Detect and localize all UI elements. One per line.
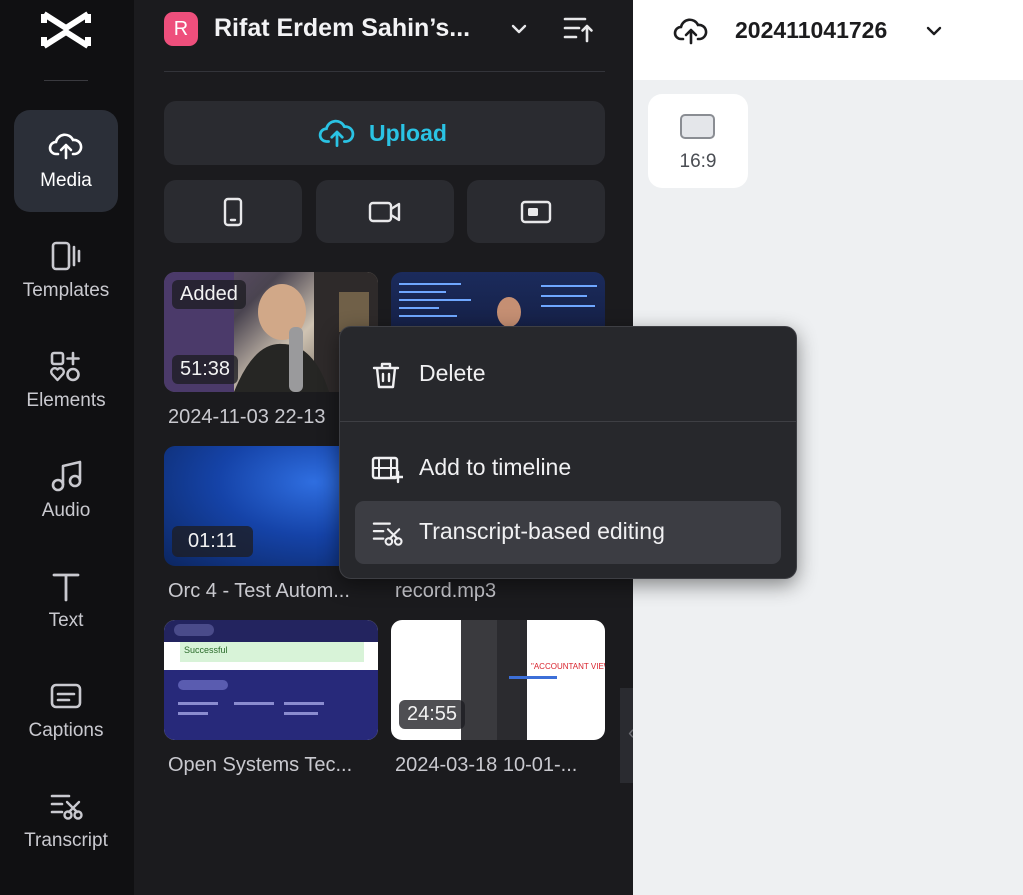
upload-label: Upload — [369, 120, 447, 146]
rail-item-label: Audio — [41, 500, 91, 521]
add-to-timeline-icon — [371, 456, 403, 484]
upload-from-phone-button[interactable] — [164, 180, 302, 243]
editor-topbar: 202411041726 — [633, 0, 1023, 80]
menu-item-transcript-editing[interactable]: Transcript-based editing — [355, 501, 781, 564]
highlight-line — [509, 676, 557, 679]
success-alert: Successful — [180, 642, 364, 662]
rail-item-label: Templates — [22, 280, 110, 301]
rail-item-media[interactable]: Media — [14, 110, 118, 212]
phone-icon — [223, 197, 243, 226]
elements-icon — [50, 351, 80, 382]
accountant-view-label: "ACCOUNTANT VIEW" — [531, 662, 605, 671]
templates-icon — [51, 241, 81, 271]
chevron-down-icon[interactable] — [923, 20, 945, 42]
added-badge: Added — [172, 280, 246, 309]
media-caption: 2024-03-18 10-01-... — [395, 754, 578, 776]
rail-item-label: Captions — [28, 720, 104, 741]
duration-badge: 24:55 — [399, 700, 466, 729]
site-logo — [174, 624, 214, 636]
text-t-icon — [52, 573, 80, 602]
trash-icon — [372, 362, 400, 389]
rail-item-templates[interactable]: Templates — [14, 220, 118, 322]
aspect-ratio-button[interactable]: 16:9 — [648, 94, 748, 188]
rail-item-label: Transcript — [24, 830, 108, 851]
duration-badge: 51:38 — [172, 355, 239, 384]
cloud-upload-icon — [48, 133, 83, 160]
cloud-upload-icon — [318, 119, 355, 148]
media-caption: Orc 4 - Test Autom... — [168, 580, 350, 602]
screen-record-icon — [520, 200, 552, 223]
menu-item-label: Add to timeline — [419, 454, 572, 480]
rail-divider — [44, 80, 88, 81]
aspect-ratio-icon — [680, 114, 715, 139]
project-name[interactable]: 202411041726 — [735, 17, 887, 44]
menu-item-label: Transcript-based editing — [419, 518, 665, 544]
media-caption: record.mp3 — [395, 580, 497, 602]
music-note-icon — [51, 460, 82, 492]
media-thumbnail[interactable]: "ACCOUNTANT VIEW" 24:55 — [391, 620, 605, 740]
rail-item-elements[interactable]: Elements — [14, 330, 118, 432]
transcript-edit-icon — [372, 522, 403, 546]
duration-badge: 01:11 — [172, 526, 253, 557]
cloud-upload-icon[interactable] — [673, 14, 709, 48]
screenshot-sidebar — [461, 620, 497, 740]
menu-divider — [340, 421, 796, 422]
rail-item-text[interactable]: Text — [14, 550, 118, 652]
left-rail: Media Templates Elements Audio Text Capt… — [0, 0, 134, 895]
workspace-avatar[interactable]: R — [164, 12, 198, 46]
chevron-down-icon[interactable] — [508, 18, 530, 40]
captions-icon — [50, 683, 82, 709]
rail-item-captions[interactable]: Captions — [14, 660, 118, 762]
rail-item-audio[interactable]: Audio — [14, 440, 118, 542]
rail-item-transcript[interactable]: Transcript — [14, 770, 118, 872]
capcut-logo-icon[interactable] — [40, 10, 92, 50]
context-menu: Delete Add to timeline Transcript-based … — [339, 326, 797, 579]
menu-item-delete[interactable]: Delete — [355, 343, 781, 406]
sort-icon[interactable] — [562, 14, 594, 44]
workspace-name[interactable]: Rifat Erdem Sahin’s... — [214, 14, 470, 43]
transcript-icon — [50, 794, 83, 820]
media-thumbnail[interactable]: Successful — [164, 620, 378, 740]
record-screen-button[interactable] — [467, 180, 605, 243]
menu-item-label: Delete — [419, 360, 486, 386]
video-camera-icon — [368, 201, 401, 222]
site-footer — [164, 670, 378, 740]
aspect-ratio-label: 16:9 — [679, 151, 717, 172]
menu-item-add-to-timeline[interactable]: Add to timeline — [355, 437, 781, 500]
media-caption: 2024-11-03 22-13 — [168, 406, 326, 428]
panel-divider — [164, 71, 605, 72]
rail-item-label: Media — [40, 170, 92, 191]
screenshot-menu — [497, 620, 527, 740]
rail-item-label: Text — [48, 610, 84, 631]
media-caption: Open Systems Tec... — [168, 754, 353, 776]
rail-item-label: Elements — [26, 390, 106, 411]
record-video-button[interactable] — [316, 180, 454, 243]
upload-button[interactable]: Upload — [164, 101, 605, 165]
